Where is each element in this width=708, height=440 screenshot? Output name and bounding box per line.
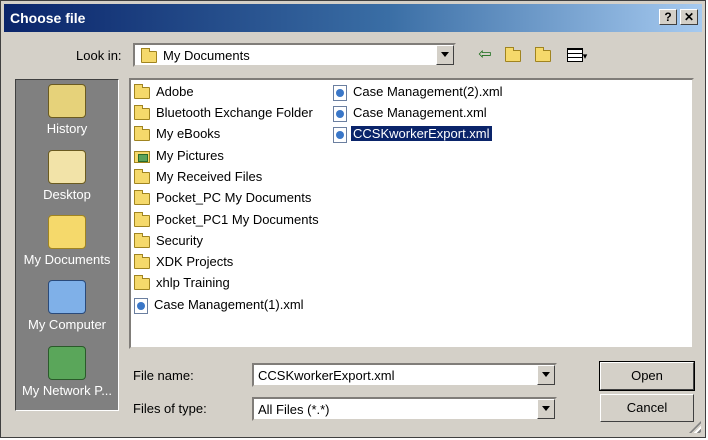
look-in-dropdown[interactable]: My Documents	[133, 43, 456, 67]
desktop-icon	[48, 150, 86, 184]
list-item[interactable]: My Pictures	[134, 146, 226, 166]
list-item[interactable]: My Received Files	[134, 167, 264, 187]
places-desktop[interactable]: Desktop	[16, 150, 118, 202]
history-icon	[48, 84, 86, 118]
folder-icon	[134, 189, 150, 205]
xml-file-icon	[333, 105, 347, 122]
list-item[interactable]: Pocket_PC My Documents	[134, 188, 313, 208]
folder-icon	[134, 253, 150, 269]
folder-icon	[141, 48, 157, 63]
window-title: Choose file	[10, 10, 86, 26]
file-type-dropdown-arrow[interactable]	[537, 399, 555, 419]
places-bar: History Desktop My Documents My Computer…	[15, 79, 119, 411]
places-history-label: History	[46, 121, 88, 136]
my-documents-icon	[48, 215, 86, 249]
open-button[interactable]: Open	[599, 361, 695, 391]
folder-icon	[134, 125, 150, 141]
look-in-dropdown-arrow[interactable]	[436, 45, 454, 65]
places-my-network[interactable]: My Network P...	[16, 346, 118, 398]
list-item[interactable]: Security	[134, 231, 205, 251]
list-item[interactable]: Case Management.xml	[333, 103, 489, 123]
title-bar[interactable]: Choose file ? ✕	[4, 4, 702, 32]
back-arrow-icon[interactable]: ⇦	[475, 45, 495, 65]
folder-icon	[134, 168, 150, 184]
list-item[interactable]: My eBooks	[134, 124, 222, 144]
folder-icon	[134, 104, 150, 120]
places-my-documents-label: My Documents	[23, 252, 111, 267]
help-button[interactable]: ?	[659, 9, 677, 25]
folder-icon	[134, 274, 150, 290]
folder-icon	[134, 232, 150, 248]
places-my-documents[interactable]: My Documents	[16, 215, 118, 267]
cancel-button[interactable]: Cancel	[600, 394, 694, 422]
file-name-label: File name:	[133, 368, 194, 383]
list-item[interactable]: Pocket_PC1 My Documents	[134, 210, 321, 230]
close-button[interactable]: ✕	[680, 9, 698, 25]
my-computer-icon	[48, 280, 86, 314]
look-in-value: My Documents	[163, 48, 250, 63]
file-list[interactable]: Adobe Bluetooth Exchange Folder My eBook…	[129, 78, 694, 349]
list-item[interactable]: Case Management(2).xml	[333, 82, 505, 102]
list-item[interactable]: Case Management(1).xml	[134, 295, 306, 315]
new-folder-icon[interactable]	[531, 45, 555, 65]
network-places-icon	[48, 346, 86, 380]
places-my-computer-label: My Computer	[27, 317, 107, 332]
file-name-value: CCSKworkerExport.xml	[258, 368, 395, 383]
xml-file-icon	[134, 297, 148, 314]
places-my-computer[interactable]: My Computer	[16, 280, 118, 332]
folder-icon	[134, 211, 150, 227]
places-history[interactable]: History	[16, 84, 118, 136]
pictures-folder-icon	[134, 150, 150, 163]
file-type-dropdown[interactable]: All Files (*.*)	[252, 397, 557, 421]
file-type-value: All Files (*.*)	[258, 402, 330, 417]
list-item[interactable]: Bluetooth Exchange Folder	[134, 103, 315, 123]
up-one-level-icon[interactable]	[501, 45, 525, 65]
folder-icon	[134, 83, 150, 99]
file-name-field[interactable]: CCSKworkerExport.xml	[252, 363, 557, 387]
xml-file-icon	[333, 126, 347, 143]
list-item[interactable]: xhlp Training	[134, 273, 232, 293]
places-my-network-label: My Network P...	[21, 383, 113, 398]
look-in-label: Look in:	[76, 48, 122, 63]
view-menu-icon[interactable]: ▾	[561, 45, 593, 65]
places-desktop-label: Desktop	[43, 187, 91, 202]
xml-file-icon	[333, 84, 347, 101]
list-item-selected[interactable]: CCSKworkerExport.xml	[333, 124, 493, 144]
list-item[interactable]: Adobe	[134, 82, 196, 102]
resize-grip[interactable]	[689, 421, 701, 433]
file-name-dropdown-arrow[interactable]	[537, 365, 555, 385]
list-item[interactable]: XDK Projects	[134, 252, 235, 272]
choose-file-dialog: Choose file ? ✕ Look in: My Documents ⇦ …	[0, 0, 706, 438]
file-type-label: Files of type:	[133, 401, 207, 416]
